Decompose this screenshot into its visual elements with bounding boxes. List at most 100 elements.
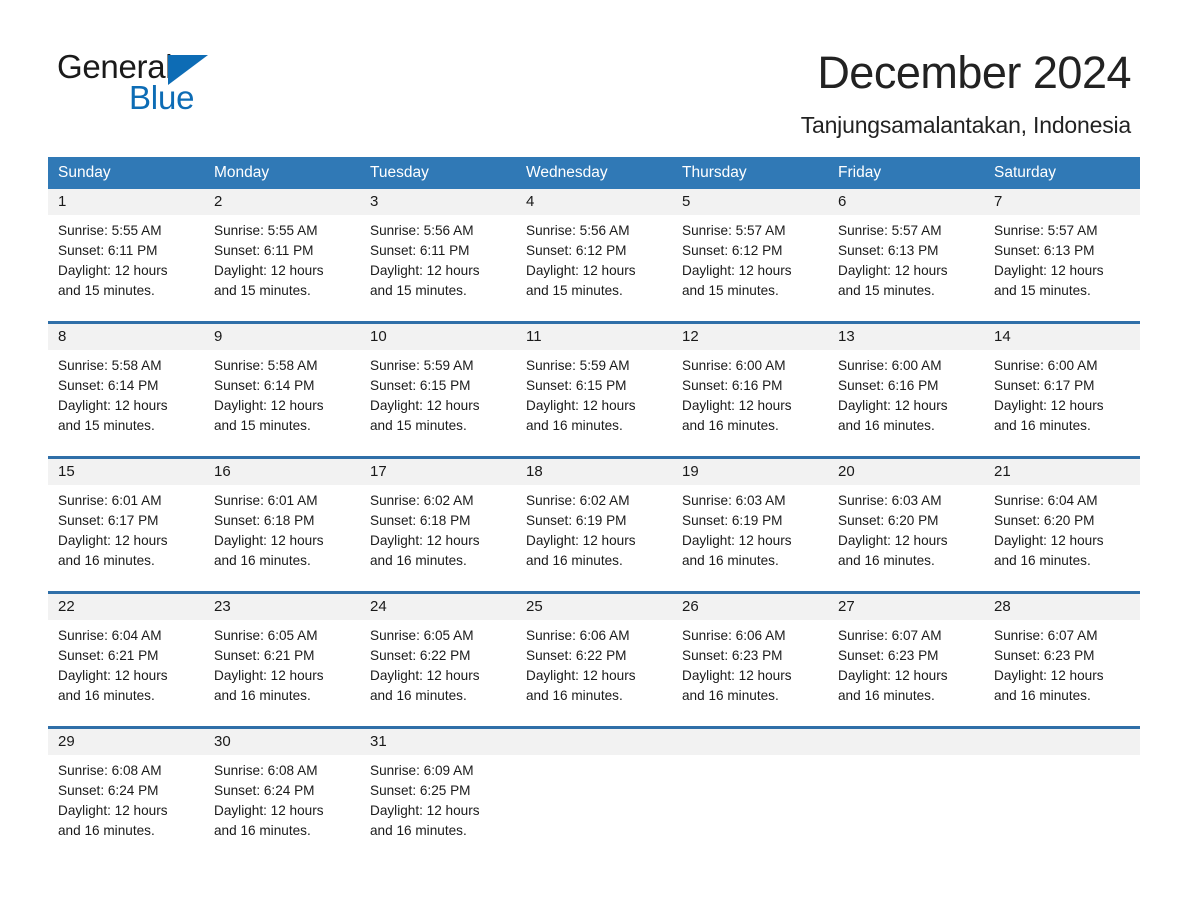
day-number[interactable]: 4 (516, 189, 672, 215)
sunrise-text: Sunrise: 5:57 AM (994, 223, 1098, 238)
day-number[interactable]: 11 (516, 324, 672, 350)
day-number[interactable]: 7 (984, 189, 1140, 215)
sunrise-text: Sunrise: 6:04 AM (58, 628, 162, 643)
day-cell[interactable]: Sunrise: 6:09 AM Sunset: 6:25 PM Daylight:… (360, 761, 516, 849)
sunset-text: Sunset: 6:11 PM (58, 243, 158, 258)
weekday-header-friday: Friday (838, 164, 882, 181)
daylight-text-line2: and 15 minutes. (526, 283, 623, 298)
day-number[interactable]: 21 (984, 459, 1140, 485)
day-cell[interactable]: Sunrise: 6:05 AM Sunset: 6:21 PM Daylight:… (204, 626, 360, 714)
day-number[interactable]: 2 (204, 189, 360, 215)
day-cell[interactable]: Sunrise: 6:03 AM Sunset: 6:19 PM Daylight:… (672, 491, 828, 579)
day-number[interactable]: 17 (360, 459, 516, 485)
day-cell[interactable]: Sunrise: 5:56 AM Sunset: 6:11 PM Daylight:… (360, 221, 516, 309)
day-number[interactable]: 30 (204, 729, 360, 755)
day-number[interactable]: 31 (360, 729, 516, 755)
day-number[interactable]: 5 (672, 189, 828, 215)
day-cell[interactable]: Sunrise: 5:58 AM Sunset: 6:14 PM Daylight:… (48, 356, 204, 444)
general-blue-logo[interactable]: General Blue (57, 50, 317, 122)
daylight-text-line2: and 15 minutes. (994, 283, 1091, 298)
day-cell[interactable]: Sunrise: 6:08 AM Sunset: 6:24 PM Daylight:… (204, 761, 360, 849)
day-number[interactable]: 3 (360, 189, 516, 215)
day-number[interactable]: 28 (984, 594, 1140, 620)
day-number[interactable]: 8 (48, 324, 204, 350)
day-cell[interactable]: Sunrise: 6:00 AM Sunset: 6:16 PM Daylight:… (672, 356, 828, 444)
day-cell[interactable]: Sunrise: 5:57 AM Sunset: 6:13 PM Daylight:… (828, 221, 984, 309)
day-cell[interactable]: Sunrise: 6:00 AM Sunset: 6:17 PM Daylight:… (984, 356, 1140, 444)
day-number[interactable]: 29 (48, 729, 204, 755)
day-number[interactable]: 26 (672, 594, 828, 620)
page-header: General Blue December 2024 Tanjungsamala… (0, 0, 1188, 138)
sunset-text: Sunset: 6:15 PM (370, 378, 471, 393)
day-number[interactable]: 27 (828, 594, 984, 620)
day-cell[interactable]: Sunrise: 6:03 AM Sunset: 6:20 PM Daylight:… (828, 491, 984, 579)
day-number[interactable]: 18 (516, 459, 672, 485)
page-title: December 2024 (817, 47, 1131, 98)
daylight-text-line1: Daylight: 12 hours (838, 263, 948, 278)
weekday-header-row: Sunday Monday Tuesday Wednesday Thursday Frid… (48, 157, 1140, 189)
sunset-text: Sunset: 6:17 PM (994, 378, 1095, 393)
day-cell[interactable]: Sunrise: 6:06 AM Sunset: 6:22 PM Daylight:… (516, 626, 672, 714)
calendar-week-row: 15 16 17 18 19 20 21 Sunrise: 6:01 AM Sunset: 6:… (48, 456, 1140, 579)
daylight-text-line2: and 16 minutes. (58, 823, 155, 838)
day-cell[interactable]: Sunrise: 6:00 AM Sunset: 6:16 PM Daylight:… (828, 356, 984, 444)
day-number[interactable]: 15 (48, 459, 204, 485)
calendar-week-row: 8 9 10 11 12 13 14 Sunrise: 5:58 AM Sunset: 6:14… (48, 321, 1140, 444)
daylight-text-line1: Daylight: 12 hours (994, 533, 1104, 548)
day-cell[interactable]: Sunrise: 5:55 AM Sunset: 6:11 PM Daylight:… (48, 221, 204, 309)
daylight-text-line2: and 16 minutes. (526, 688, 623, 703)
day-cell[interactable]: Sunrise: 6:01 AM Sunset: 6:17 PM Daylight:… (48, 491, 204, 579)
day-cell[interactable]: Sunrise: 6:05 AM Sunset: 6:22 PM Daylight:… (360, 626, 516, 714)
day-number[interactable]: 13 (828, 324, 984, 350)
day-number[interactable]: 20 (828, 459, 984, 485)
daylight-text-line1: Daylight: 12 hours (58, 668, 168, 683)
day-cell[interactable]: Sunrise: 5:55 AM Sunset: 6:11 PM Daylight:… (204, 221, 360, 309)
day-number[interactable]: 10 (360, 324, 516, 350)
day-cell[interactable]: Sunrise: 6:08 AM Sunset: 6:24 PM Daylight:… (48, 761, 204, 849)
daylight-text-line2: and 15 minutes. (214, 283, 311, 298)
sunrise-text: Sunrise: 6:00 AM (682, 358, 786, 373)
sunrise-text: Sunrise: 6:04 AM (994, 493, 1098, 508)
daylight-text-line2: and 16 minutes. (214, 688, 311, 703)
day-cell[interactable]: Sunrise: 5:59 AM Sunset: 6:15 PM Daylight:… (360, 356, 516, 444)
day-number[interactable]: 9 (204, 324, 360, 350)
day-cell[interactable]: Sunrise: 6:04 AM Sunset: 6:20 PM Daylight:… (984, 491, 1140, 579)
day-cell[interactable]: Sunrise: 6:04 AM Sunset: 6:21 PM Daylight:… (48, 626, 204, 714)
day-cell[interactable]: Sunrise: 5:56 AM Sunset: 6:12 PM Daylight:… (516, 221, 672, 309)
daylight-text-line1: Daylight: 12 hours (526, 263, 636, 278)
day-number[interactable]: 14 (984, 324, 1140, 350)
day-cell[interactable]: Sunrise: 6:07 AM Sunset: 6:23 PM Daylight:… (828, 626, 984, 714)
day-number[interactable]: 23 (204, 594, 360, 620)
day-number[interactable]: 24 (360, 594, 516, 620)
day-cell[interactable]: Sunrise: 6:07 AM Sunset: 6:23 PM Daylight:… (984, 626, 1140, 714)
day-cell[interactable]: Sunrise: 6:06 AM Sunset: 6:23 PM Daylight:… (672, 626, 828, 714)
daylight-text-line1: Daylight: 12 hours (214, 263, 324, 278)
sunset-text: Sunset: 6:24 PM (58, 783, 159, 798)
day-number[interactable]: 6 (828, 189, 984, 215)
sunrise-text: Sunrise: 5:58 AM (58, 358, 162, 373)
weekday-header-sunday: Sunday (58, 164, 111, 181)
day-number[interactable]: 22 (48, 594, 204, 620)
daylight-text-line1: Daylight: 12 hours (58, 398, 168, 413)
day-cell-empty (984, 761, 1140, 849)
day-cell[interactable]: Sunrise: 6:02 AM Sunset: 6:18 PM Daylight:… (360, 491, 516, 579)
daylight-text-line2: and 16 minutes. (214, 553, 311, 568)
day-cell[interactable]: Sunrise: 5:57 AM Sunset: 6:13 PM Daylight:… (984, 221, 1140, 309)
daylight-text-line1: Daylight: 12 hours (58, 533, 168, 548)
daylight-text-line1: Daylight: 12 hours (58, 803, 168, 818)
day-number[interactable]: 25 (516, 594, 672, 620)
day-cell[interactable]: Sunrise: 5:58 AM Sunset: 6:14 PM Daylight:… (204, 356, 360, 444)
sunrise-text: Sunrise: 6:02 AM (526, 493, 630, 508)
day-cell[interactable]: Sunrise: 6:01 AM Sunset: 6:18 PM Daylight:… (204, 491, 360, 579)
day-cell[interactable]: Sunrise: 5:57 AM Sunset: 6:12 PM Daylight:… (672, 221, 828, 309)
daylight-text-line2: and 16 minutes. (370, 688, 467, 703)
day-number[interactable]: 19 (672, 459, 828, 485)
day-cell[interactable]: Sunrise: 5:59 AM Sunset: 6:15 PM Daylight:… (516, 356, 672, 444)
daylight-text-line1: Daylight: 12 hours (526, 668, 636, 683)
day-number[interactable]: 12 (672, 324, 828, 350)
day-cell[interactable]: Sunrise: 6:02 AM Sunset: 6:19 PM Daylight:… (516, 491, 672, 579)
day-number[interactable]: 1 (48, 189, 204, 215)
day-number-empty (516, 729, 672, 755)
day-number[interactable]: 16 (204, 459, 360, 485)
sunset-text: Sunset: 6:25 PM (370, 783, 471, 798)
